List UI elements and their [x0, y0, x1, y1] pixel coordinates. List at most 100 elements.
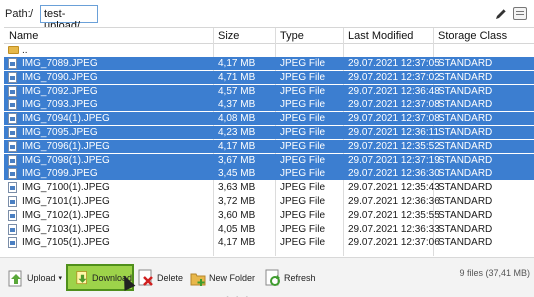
file-icon — [8, 168, 17, 180]
table-row[interactable]: IMG_7092.JPEG 4,57 MB JPEG File 29.07.2021 … — [4, 84, 534, 98]
table-row[interactable]: IMG_7102(1).JPEG 3,60 MB JPEG File 29.07.20… — [4, 209, 534, 222]
file-type: JPEG File — [280, 168, 326, 180]
file-modified: 29.07.2021 12:37:08 — [348, 113, 440, 125]
file-icon — [8, 209, 17, 221]
file-type: JPEG File — [280, 182, 326, 194]
file-type: JPEG File — [280, 140, 326, 152]
column-size[interactable]: Size — [218, 30, 239, 42]
file-icon — [8, 223, 17, 235]
file-type: JPEG File — [280, 99, 326, 111]
new-folder-icon — [190, 273, 206, 286]
download-icon — [76, 270, 87, 284]
upload-label: Upload — [27, 272, 56, 283]
file-modified: 29.07.2021 12:37:08 — [348, 99, 440, 111]
file-icon — [8, 127, 17, 138]
file-type: JPEG File — [280, 127, 326, 138]
file-modified: 29.07.2021 12:36:48 — [348, 85, 440, 97]
file-storage-class: STANDARD — [438, 154, 493, 166]
table-row[interactable]: IMG_7094(1).JPEG 4,08 MB JPEG File 29.07.20… — [4, 112, 534, 126]
column-type[interactable]: Type — [280, 30, 304, 42]
view-icon[interactable] — [513, 7, 527, 20]
table-row[interactable]: IMG_7103(1).JPEG 4,05 MB JPEG File 29.07.20… — [4, 223, 534, 236]
table-row[interactable]: IMG_7093.JPEG 4,37 MB JPEG File 29.07.2021 … — [4, 98, 534, 112]
file-type: JPEG File — [280, 85, 326, 97]
file-type: JPEG File — [280, 237, 326, 249]
table-header: Name Size Type Last Modified Storage Cla… — [4, 28, 534, 44]
file-size: 4,37 MB — [218, 99, 256, 111]
file-icon — [8, 237, 17, 249]
file-storage-class: STANDARD — [438, 182, 493, 194]
file-size: 4,17 MB — [218, 58, 256, 69]
file-name: IMG_7090.JPEG — [22, 71, 98, 83]
parent-folder-label: .. — [22, 45, 28, 56]
file-type: JPEG File — [280, 223, 326, 235]
file-icon — [8, 71, 17, 83]
file-icon — [8, 182, 17, 194]
table-row[interactable]: IMG_7099.JPEG 3,45 MB JPEG File 29.07.2021 … — [4, 167, 534, 181]
file-name: IMG_7099.JPEG — [22, 168, 98, 180]
upload-button[interactable]: Upload ▾ — [8, 264, 62, 291]
file-storage-class: STANDARD — [438, 237, 493, 249]
file-size: 4,05 MB — [218, 223, 256, 235]
dropdown-arrow-icon: ▾ — [58, 274, 63, 282]
file-name: IMG_7094(1).JPEG — [22, 113, 110, 125]
refresh-label: Refresh — [284, 272, 316, 283]
file-storage-class: STANDARD — [438, 127, 493, 138]
file-size: 3,72 MB — [218, 196, 256, 207]
file-icon — [8, 113, 17, 125]
file-name: IMG_7095.JPEG — [22, 127, 98, 138]
file-modified: 29.07.2021 12:35:43 — [348, 182, 440, 194]
file-modified: 29.07.2021 12:37:06 — [348, 237, 440, 249]
file-icon — [8, 58, 17, 69]
selection-status: 9 files (37,41 MB) — [459, 268, 530, 278]
file-modified: 29.07.2021 12:36:33 — [348, 223, 440, 235]
edit-icon[interactable] — [494, 7, 508, 21]
bottom-toolbar: Upload ▾ Download Delete New Folder Refr… — [0, 257, 534, 297]
file-table: Name Size Type Last Modified Storage Cla… — [4, 27, 534, 256]
file-modified: 29.07.2021 12:36:30 — [348, 168, 440, 180]
file-modified: 29.07.2021 12:37:02 — [348, 71, 440, 83]
file-storage-class: STANDARD — [438, 71, 493, 83]
file-modified: 29.07.2021 12:37:19 — [348, 154, 440, 166]
file-modified: 29.07.2021 12:37:05 — [348, 58, 440, 69]
table-row[interactable]: IMG_7089.JPEG 4,17 MB JPEG File 29.07.2021 … — [4, 57, 534, 70]
table-row[interactable]: IMG_7098(1).JPEG 3,67 MB JPEG File 29.07.20… — [4, 153, 534, 167]
file-type: JPEG File — [280, 196, 326, 207]
file-storage-class: STANDARD — [438, 99, 493, 111]
file-modified: 29.07.2021 12:36:11 — [348, 127, 440, 138]
parent-folder-row[interactable]: .. — [4, 44, 534, 57]
file-icon — [8, 85, 17, 97]
table-row[interactable]: IMG_7105(1).JPEG 4,17 MB JPEG File 29.07.20… — [4, 236, 534, 249]
column-last-modified[interactable]: Last Modified — [348, 30, 413, 42]
column-name[interactable]: Name — [9, 30, 38, 42]
file-name: IMG_7100(1).JPEG — [22, 182, 110, 194]
upload-icon — [8, 270, 22, 286]
folder-icon — [8, 46, 19, 54]
table-row[interactable]: IMG_7090.JPEG 4,71 MB JPEG File 29.07.2021 … — [4, 70, 534, 84]
path-bar: Path: / test-upload/ — [0, 0, 534, 32]
refresh-button[interactable]: Refresh — [265, 264, 316, 291]
table-row[interactable]: IMG_7096(1).JPEG 4,17 MB JPEG File 29.07.20… — [4, 139, 534, 153]
file-type: JPEG File — [280, 113, 326, 125]
file-type: JPEG File — [280, 71, 326, 83]
resize-grip[interactable]: • • • — [226, 293, 250, 297]
table-row[interactable]: IMG_7101(1).JPEG 3,72 MB JPEG File 29.07.20… — [4, 195, 534, 208]
file-name: IMG_7093.JPEG — [22, 99, 98, 111]
file-type: JPEG File — [280, 154, 326, 166]
file-storage-class: STANDARD — [438, 113, 493, 125]
file-storage-class: STANDARD — [438, 196, 493, 207]
column-storage-class[interactable]: Storage Class — [438, 30, 507, 42]
new-folder-button[interactable]: New Folder — [190, 264, 255, 291]
file-storage-class: STANDARD — [438, 223, 493, 235]
file-storage-class: STANDARD — [438, 85, 493, 97]
table-row[interactable]: IMG_7095.JPEG 4,23 MB JPEG File 29.07.2021 … — [4, 126, 534, 139]
file-storage-class: STANDARD — [438, 168, 493, 180]
table-row[interactable]: IMG_7100(1).JPEG 3,63 MB JPEG File 29.07.20… — [4, 181, 534, 194]
file-size: 4,71 MB — [218, 71, 256, 83]
path-root[interactable]: / — [30, 8, 33, 20]
path-input[interactable]: test-upload/ — [40, 5, 98, 32]
delete-button[interactable]: Delete — [138, 264, 183, 291]
delete-label: Delete — [157, 272, 184, 283]
file-name: IMG_7092.JPEG — [22, 85, 98, 97]
file-size: 4,17 MB — [218, 140, 256, 152]
